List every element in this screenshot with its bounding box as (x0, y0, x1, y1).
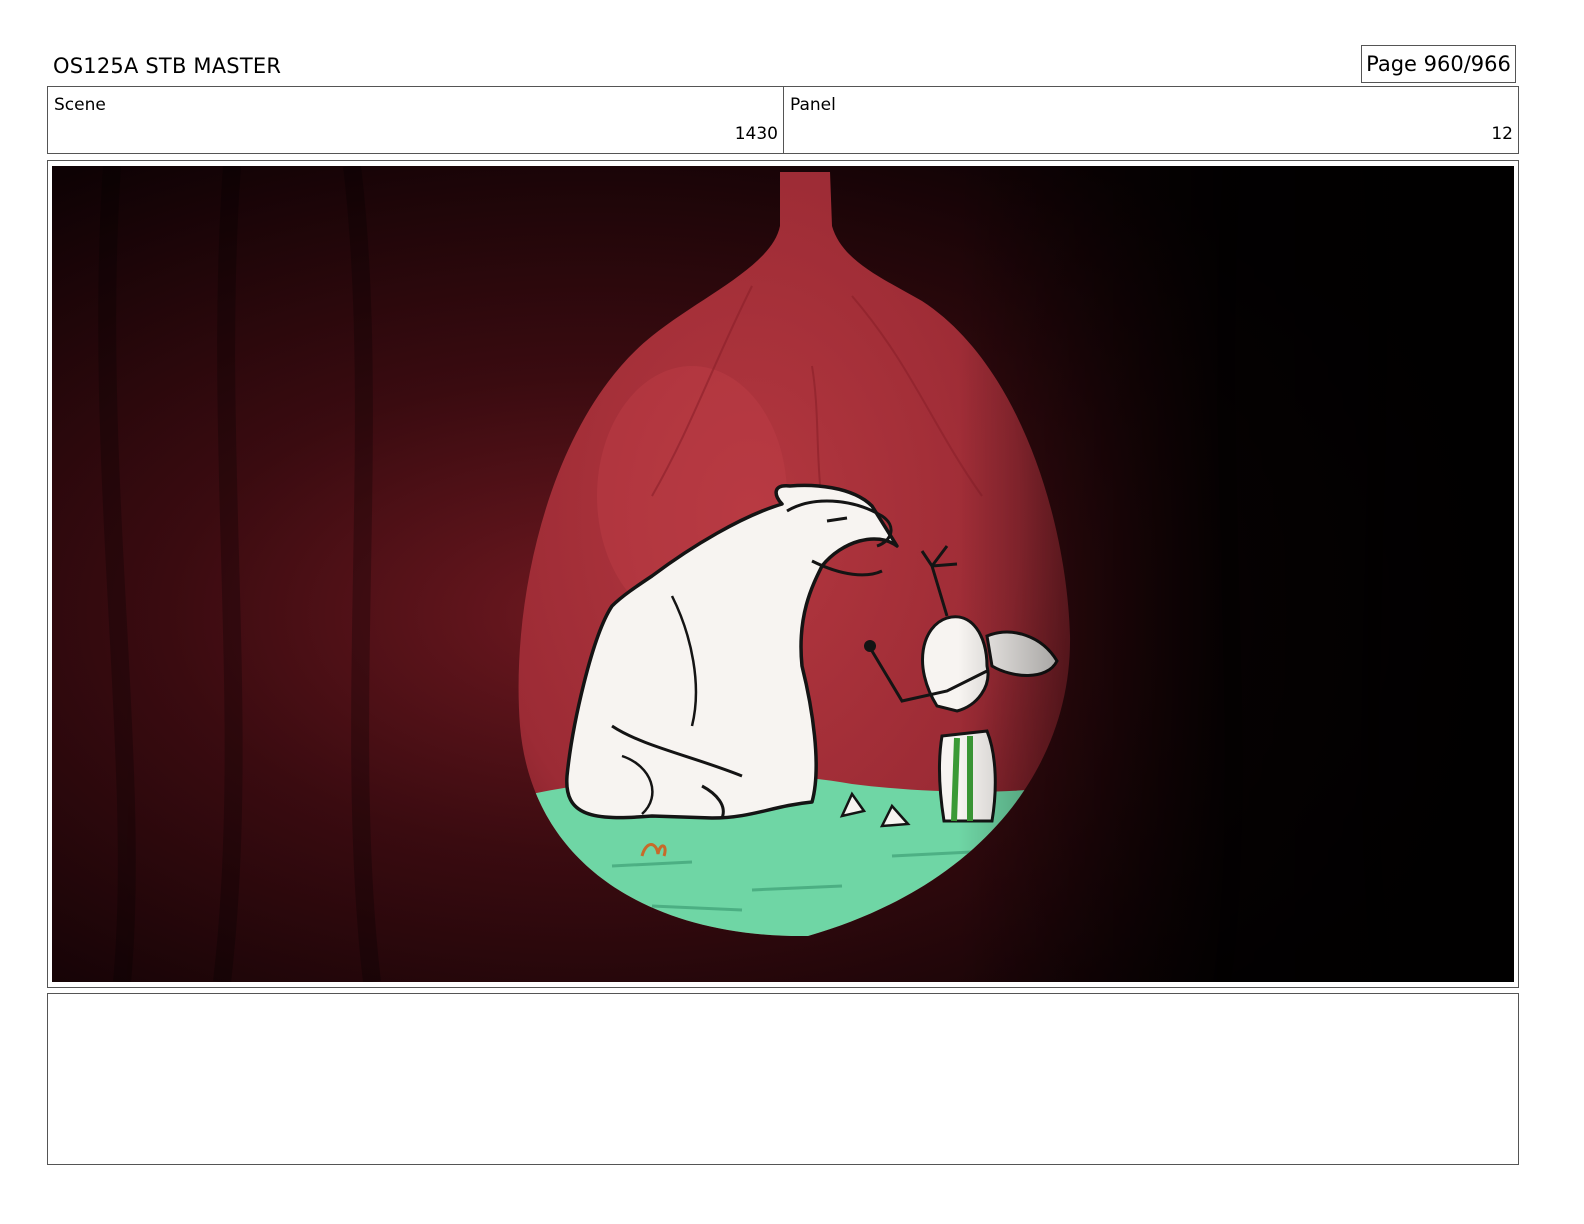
scene-panel-info: Scene 1430 Panel 12 (47, 86, 1519, 154)
notes-box (47, 993, 1519, 1165)
scene-label: Scene (54, 95, 106, 115)
panel-label: Panel (790, 95, 836, 115)
panel-cell: Panel 12 (784, 87, 1518, 153)
document-title: OS125A STB MASTER (53, 54, 282, 78)
storyboard-frame (47, 160, 1519, 988)
panel-number: 12 (1491, 124, 1513, 144)
scene-cell: Scene 1430 (48, 87, 784, 153)
page-number: Page 960/966 (1361, 45, 1516, 83)
storyboard-illustration (52, 166, 1514, 982)
scene-number: 1430 (734, 124, 778, 144)
